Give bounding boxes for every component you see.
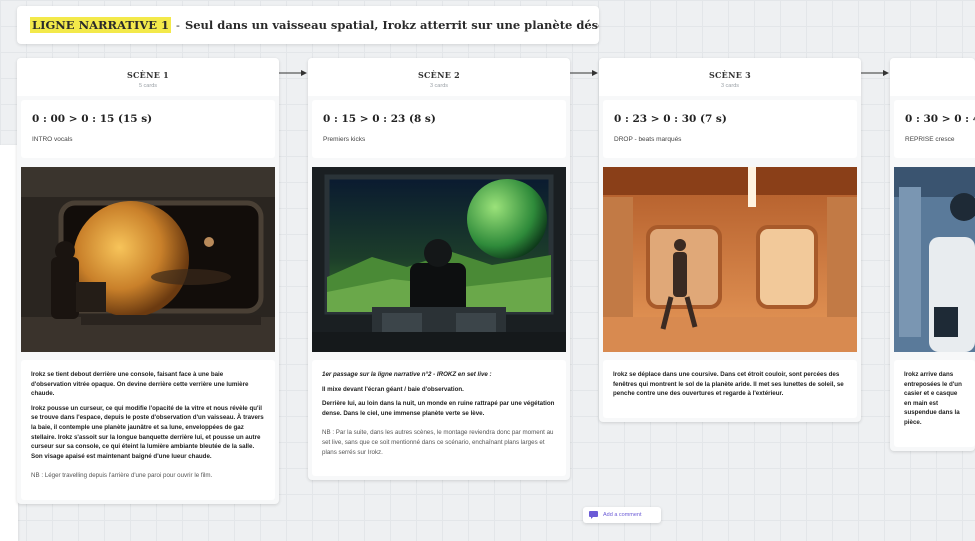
corridor-image[interactable] [603,167,857,352]
description-card[interactable]: Irokz se tient debout derrière une conso… [21,360,275,501]
time-range: 0 : 23 > 0 : 30 (7 s) [614,113,727,125]
corridor-illustration [603,167,857,352]
scene-header[interactable]: SCÈNE 2 3 cards [308,58,570,96]
dj-window-illustration [312,167,566,352]
flow-arrow [279,68,307,78]
add-comment-label: Add a comment [603,512,642,518]
description-paragraph: Irokz arrive dans entreposées le d'un ca… [904,371,962,427]
scene-title: SCÈNE 2 [417,70,461,80]
side-panel-edge[interactable] [0,145,18,541]
narrative-line-tag: LIGNE NARRATIVE 1 [30,17,172,33]
planet-window-illustration [21,167,275,352]
comment-icon [589,511,598,519]
scene-card-count: 3 cards [720,83,740,89]
add-comment-button[interactable]: Add a comment [583,507,661,523]
timing-card[interactable]: 0 : 15 > 0 : 23 (8 s) Premiers kicks [312,100,566,158]
planet-window-image[interactable] [21,167,275,352]
scene-header[interactable] [890,58,975,96]
music-note: Premiers kicks [323,136,366,143]
timing-card[interactable]: 0 : 23 > 0 : 30 (7 s) DROP - beats marqu… [603,100,857,158]
scene-title: SCÈNE 1 [126,70,170,80]
time-range: 0 : 15 > 0 : 23 (8 s) [323,113,436,125]
arrow-right-icon [861,70,889,76]
description-card[interactable]: Irokz se déplace dans une coursive. Dans… [603,360,857,418]
scene-header[interactable]: SCÈNE 3 3 cards [599,58,861,96]
scene-column-1[interactable]: SCÈNE 1 5 cards 0 : 00 > 0 : 15 (15 s) I… [17,58,279,505]
header-separator: - [176,18,180,32]
scene-title: SCÈNE 3 [708,70,752,80]
arrow-right-icon [570,70,598,76]
timing-card[interactable]: 0 : 00 > 0 : 15 (15 s) INTRO vocals [21,100,275,158]
music-note: DROP - beats marqués [614,136,682,143]
scene-card-count: 3 cards [429,83,449,89]
description-card[interactable]: Irokz arrive dans entreposées le d'un ca… [894,360,975,447]
nb-note: NB : Léger travelling depuis l'arrière d… [31,472,213,480]
music-note: INTRO vocals [32,136,73,143]
time-range: 0 : 30 > 0 : 4 [905,113,975,125]
narrative-line-title: Seul dans un vaisseau spatial, Irokz att… [184,18,599,32]
time-range: 0 : 00 > 0 : 15 (15 s) [32,113,153,125]
description-paragraph: Il mixe devant l'écran géant / baie d'ob… [322,385,464,393]
description-paragraph: Irokz pousse un curseur, ce qui modifie … [31,404,264,460]
scene-column-4[interactable]: 0 : 30 > 0 : 4 REPRISE cresce Irokz arri… [890,58,975,451]
music-note: REPRISE cresce [905,136,955,143]
description-card[interactable]: 1er passage sur la ligne narrative n°2 -… [312,360,566,477]
flow-arrow [861,68,889,78]
scene-column-2[interactable]: SCÈNE 2 3 cards 0 : 15 > 0 : 23 (8 s) Pr… [308,58,570,481]
locker-illustration [894,167,975,352]
nb-note: NB : Par la suite, dans les autres scène… [322,429,554,456]
description-intro: 1er passage sur la ligne narrative n°2 -… [322,371,492,378]
description-paragraph: Irokz se tient debout derrière une conso… [31,371,249,398]
arrow-right-icon [279,70,307,76]
dj-window-image[interactable] [312,167,566,352]
locker-image[interactable] [894,167,975,352]
narrative-line-header[interactable]: LIGNE NARRATIVE 1 - Seul dans un vaissea… [17,6,599,44]
scene-column-3[interactable]: SCÈNE 3 3 cards 0 : 23 > 0 : 30 (7 s) DR… [599,58,861,422]
scene-card-count: 5 cards [138,83,158,89]
scene-header[interactable]: SCÈNE 1 5 cards [17,58,279,96]
timing-card[interactable]: 0 : 30 > 0 : 4 REPRISE cresce [894,100,975,158]
description-paragraph: Irokz se déplace dans une coursive. Dans… [613,371,844,398]
description-paragraph: Derrière lui, au loin dans la nuit, un m… [322,400,555,417]
flow-arrow [570,68,598,78]
